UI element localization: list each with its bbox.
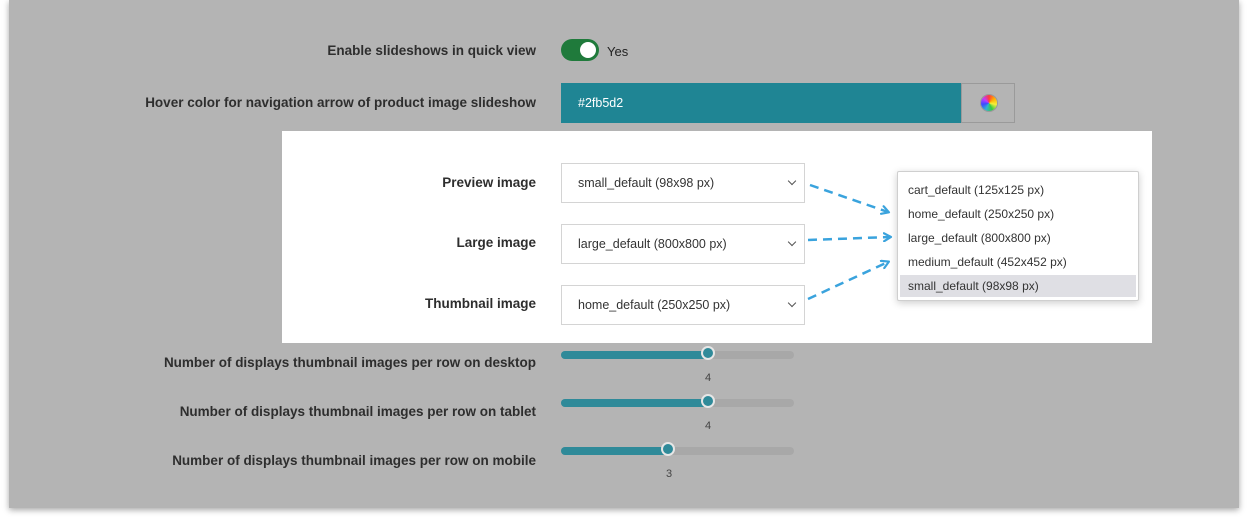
desktop-slider-label: Number of displays thumbnail images per … bbox=[163, 355, 536, 370]
desktop-slider-value: 4 bbox=[705, 372, 712, 384]
tablet-slider[interactable] bbox=[561, 394, 794, 408]
arrow-preview bbox=[809, 183, 888, 212]
desktop-slider[interactable] bbox=[561, 346, 794, 360]
slider-fill bbox=[561, 399, 708, 407]
slider-handle[interactable] bbox=[700, 394, 715, 408]
slider-fill bbox=[561, 447, 669, 455]
slider-handle[interactable] bbox=[700, 346, 715, 360]
arrow-large bbox=[807, 237, 890, 240]
slider-handle[interactable] bbox=[661, 442, 676, 456]
mobile-slider[interactable] bbox=[561, 442, 794, 456]
mobile-slider-label: Number of displays thumbnail images per … bbox=[172, 453, 536, 468]
arrow-thumbnail bbox=[807, 262, 888, 301]
mobile-slider-value: 3 bbox=[666, 468, 673, 480]
tablet-slider-label: Number of displays thumbnail images per … bbox=[179, 404, 536, 419]
annotation-arrows bbox=[807, 183, 1247, 301]
tablet-slider-value: 4 bbox=[705, 420, 712, 432]
slider-fill bbox=[561, 351, 708, 359]
